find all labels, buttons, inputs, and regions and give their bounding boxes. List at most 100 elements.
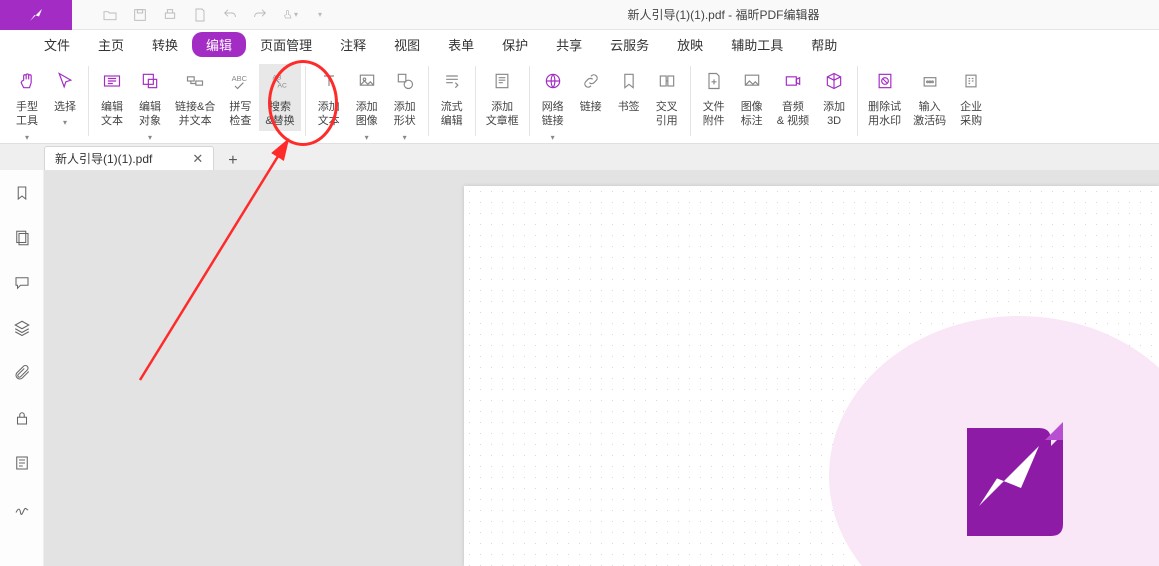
edit-object-button[interactable]: 编辑 对象 ▾ xyxy=(131,64,169,144)
edit-object-icon xyxy=(140,66,160,96)
spell-check-button[interactable]: ABC 拼写 检查 xyxy=(221,64,259,131)
menu-annotate[interactable]: 注释 xyxy=(326,31,380,58)
undo-icon[interactable] xyxy=(222,7,238,23)
key-icon xyxy=(920,66,940,96)
menu-bar: 文件 主页 转换 编辑 页面管理 注释 视图 表单 保护 共享 云服务 放映 辅… xyxy=(0,30,1159,58)
close-tab-icon[interactable]: ✕ xyxy=(192,151,203,167)
reflow-label: 流式 编辑 xyxy=(441,100,463,129)
workspace xyxy=(0,170,1159,566)
add-image-button[interactable]: 添加 图像 ▾ xyxy=(348,64,386,144)
enterprise-button[interactable]: 企业 采购 xyxy=(952,64,990,131)
chevron-down-icon: ▾ xyxy=(63,118,67,127)
input-code-button[interactable]: 输入 激活码 xyxy=(907,64,952,131)
image-annot-icon xyxy=(742,66,762,96)
add-text-button[interactable]: 添加 文本 xyxy=(310,64,348,131)
quick-access-toolbar: ▾ ▾ xyxy=(72,7,328,23)
menu-file[interactable]: 文件 xyxy=(30,31,84,58)
edit-text-label: 编辑 文本 xyxy=(101,100,123,129)
menu-help[interactable]: 帮助 xyxy=(797,31,851,58)
chevron-down-icon: ▾ xyxy=(25,133,29,142)
hand-tool-button[interactable]: 手型 工具 ▾ xyxy=(8,64,46,144)
menu-edit[interactable]: 编辑 xyxy=(192,32,246,57)
menu-form[interactable]: 表单 xyxy=(434,31,488,58)
link-merge-icon xyxy=(185,66,205,96)
side-panel xyxy=(0,170,44,566)
audio-video-icon xyxy=(783,66,803,96)
menu-view[interactable]: 视图 xyxy=(380,31,434,58)
document-canvas[interactable] xyxy=(44,170,1159,566)
menu-convert[interactable]: 转换 xyxy=(138,31,192,58)
web-link-button[interactable]: 网络 链接 ▾ xyxy=(534,64,572,144)
bookmark-panel-icon[interactable] xyxy=(13,184,31,207)
menu-protect[interactable]: 保护 xyxy=(488,31,542,58)
add-3d-button[interactable]: 添加 3D xyxy=(815,64,853,131)
print-icon[interactable] xyxy=(162,7,178,23)
form-panel-icon[interactable] xyxy=(13,454,31,477)
qat-more-icon[interactable]: ▾ xyxy=(312,7,328,23)
edit-text-icon xyxy=(102,66,122,96)
menu-assist[interactable]: 辅助工具 xyxy=(717,31,797,58)
remove-wm-label: 删除试 用水印 xyxy=(868,100,901,129)
search-replace-icon: ABAC xyxy=(270,66,290,96)
attachments-panel-icon[interactable] xyxy=(13,364,31,387)
add-image-icon xyxy=(357,66,377,96)
page-view xyxy=(464,186,1159,566)
cursor-icon xyxy=(55,66,75,96)
add-tab-button[interactable]: + xyxy=(228,152,237,170)
window-title: 新人引导(1)(1).pdf - 福昕PDF编辑器 xyxy=(328,6,1159,23)
file-attach-button[interactable]: 文件 附件 xyxy=(695,64,733,131)
chevron-down-icon: ▾ xyxy=(365,133,369,142)
article-label: 添加 文章框 xyxy=(486,100,519,129)
link-merge-button[interactable]: 链接&合 并文本 xyxy=(169,64,221,131)
page-icon[interactable] xyxy=(192,7,208,23)
hand-tool-label: 手型 工具 xyxy=(16,100,38,129)
comments-panel-icon[interactable] xyxy=(13,274,31,297)
chevron-down-icon: ▾ xyxy=(148,133,152,142)
separator xyxy=(529,66,530,136)
menu-home[interactable]: 主页 xyxy=(84,31,138,58)
pages-panel-icon[interactable] xyxy=(13,229,31,252)
add-shape-button[interactable]: 添加 形状 ▾ xyxy=(386,64,424,144)
add-text-label: 添加 文本 xyxy=(318,100,340,129)
separator xyxy=(857,66,858,136)
article-icon xyxy=(492,66,512,96)
app-logo[interactable] xyxy=(0,0,72,30)
document-tab[interactable]: 新人引导(1)(1).pdf ✕ xyxy=(44,146,214,170)
bookmark-label: 书签 xyxy=(618,100,640,114)
separator xyxy=(88,66,89,136)
spell-label: 拼写 检查 xyxy=(229,100,251,129)
add-article-button[interactable]: 添加 文章框 xyxy=(480,64,525,131)
link-button[interactable]: 链接 xyxy=(572,64,610,116)
cross-ref-button[interactable]: 交叉 引用 xyxy=(648,64,686,131)
audio-video-button[interactable]: 音频 & 视频 xyxy=(771,64,815,131)
remove-watermark-button[interactable]: 删除试 用水印 xyxy=(862,64,907,131)
bookmark-button[interactable]: 书签 xyxy=(610,64,648,116)
image-annot-button[interactable]: 图像 标注 xyxy=(733,64,771,131)
layers-panel-icon[interactable] xyxy=(13,319,31,342)
link-label: 链接 xyxy=(580,100,602,114)
remove-wm-icon xyxy=(875,66,895,96)
cross-ref-label: 交叉 引用 xyxy=(656,100,678,129)
edit-object-label: 编辑 对象 xyxy=(139,100,161,129)
document-tab-strip: 新人引导(1)(1).pdf ✕ + xyxy=(0,144,1159,170)
separator xyxy=(690,66,691,136)
enterprise-icon xyxy=(961,66,981,96)
web-link-label: 网络 链接 xyxy=(542,100,564,129)
reflow-edit-button[interactable]: 流式 编辑 xyxy=(433,64,471,131)
edit-text-button[interactable]: 编辑 文本 xyxy=(93,64,131,131)
redo-icon[interactable] xyxy=(252,7,268,23)
open-icon[interactable] xyxy=(102,7,118,23)
security-panel-icon[interactable] xyxy=(13,409,31,432)
search-replace-button[interactable]: ABAC 搜索 &替换 xyxy=(259,64,300,131)
chevron-down-icon: ▾ xyxy=(551,133,555,142)
menu-play[interactable]: 放映 xyxy=(663,31,717,58)
signature-panel-icon[interactable] xyxy=(13,499,31,522)
save-icon[interactable] xyxy=(132,7,148,23)
menu-cloud[interactable]: 云服务 xyxy=(596,31,663,58)
menu-page-mgmt[interactable]: 页面管理 xyxy=(246,31,326,58)
hand-icon xyxy=(17,66,37,96)
select-button[interactable]: 选择 ▾ xyxy=(46,64,84,129)
touch-icon[interactable]: ▾ xyxy=(282,7,298,23)
menu-share[interactable]: 共享 xyxy=(542,31,596,58)
document-tab-label: 新人引导(1)(1).pdf xyxy=(55,150,152,167)
